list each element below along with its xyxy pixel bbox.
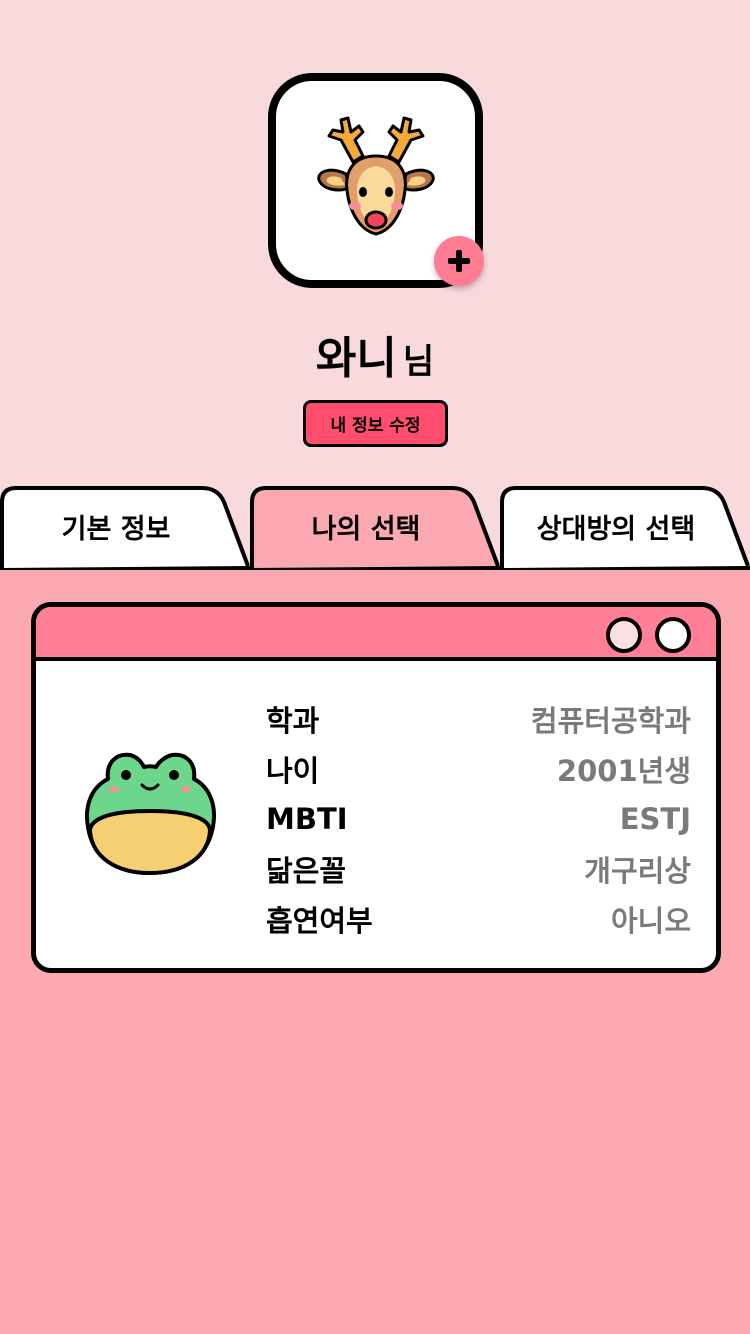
info-value: 2001년생	[556, 754, 691, 788]
info-card: 학과 컴퓨터공학과 나이 2001년생 MBTI ESTJ 닮은꼴 개구리상 흡…	[31, 602, 721, 973]
info-value: 개구리상	[584, 854, 691, 888]
tab-label: 상대방의 선택	[536, 513, 696, 545]
info-key: 흡연여부	[266, 904, 373, 938]
info-value: ESTJ	[619, 802, 691, 836]
profile-name: 와니	[315, 333, 397, 384]
info-value: 컴퓨터공학과	[530, 704, 691, 738]
tab-bar: 기본 정보 나의 선택 상대방의 선택	[0, 486, 750, 568]
plus-icon	[448, 250, 470, 272]
info-row-lookalike: 닮은꼴 개구리상	[266, 844, 691, 894]
frog-icon	[85, 752, 216, 875]
info-row-major: 학과 컴퓨터공학과	[266, 694, 691, 744]
tab-my-choice[interactable]: 나의 선택	[250, 486, 500, 568]
tab-label: 나의 선택	[311, 513, 421, 545]
name-suffix: 님	[402, 342, 435, 382]
info-key: MBTI	[266, 802, 348, 836]
tab-basic-info[interactable]: 기본 정보	[0, 486, 250, 568]
info-key: 닮은꼴	[266, 854, 347, 888]
info-row-smoking: 흡연여부 아니오	[266, 894, 691, 944]
info-value: 아니오	[610, 904, 691, 938]
window-dot	[606, 617, 642, 653]
profile-name-row: 와니 님	[0, 322, 750, 386]
edit-profile-button[interactable]: 내 정보 수정	[303, 400, 448, 447]
info-row-age: 나이 2001년생	[266, 744, 691, 794]
add-photo-button[interactable]	[434, 236, 484, 286]
window-dot	[655, 617, 691, 653]
info-key: 학과	[266, 704, 320, 738]
info-key: 나이	[266, 754, 320, 788]
reindeer-icon	[316, 116, 435, 236]
info-row-mbti: MBTI ESTJ	[266, 794, 691, 844]
tab-label: 기본 정보	[61, 513, 171, 545]
card-header	[36, 607, 716, 661]
tab-partner-choice[interactable]: 상대방의 선택	[500, 486, 750, 568]
info-list: 학과 컴퓨터공학과 나이 2001년생 MBTI ESTJ 닮은꼴 개구리상 흡…	[266, 694, 691, 944]
